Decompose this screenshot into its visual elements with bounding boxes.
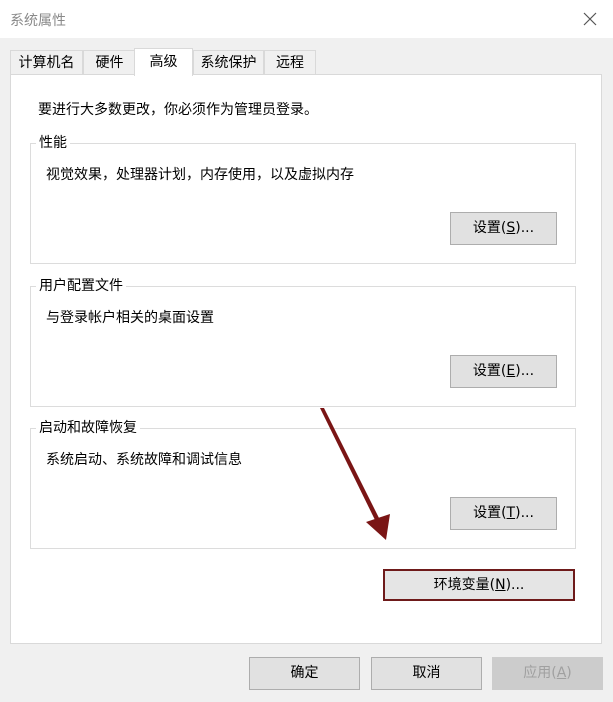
title-bar: 系统属性: [0, 0, 613, 38]
advanced-panel: 要进行大多数更改，你必须作为管理员登录。 性能 视觉效果，处理器计划，内存使用，…: [10, 74, 602, 644]
tab-system-protection[interactable]: 系统保护: [193, 50, 264, 74]
ok-button[interactable]: 确定: [249, 657, 360, 690]
admin-notice: 要进行大多数更改，你必须作为管理员登录。: [38, 102, 318, 118]
performance-description: 视觉效果，处理器计划，内存使用，以及虚拟内存: [46, 167, 354, 183]
tab-computer-name[interactable]: 计算机名: [10, 50, 83, 74]
user-profiles-settings-button[interactable]: 设置(E)...: [450, 355, 557, 388]
tab-advanced[interactable]: 高级: [134, 48, 193, 76]
tab-hardware[interactable]: 硬件: [83, 50, 136, 74]
performance-label: 性能: [36, 133, 70, 153]
startup-recovery-settings-button[interactable]: 设置(T)...: [450, 497, 557, 530]
startup-recovery-description: 系统启动、系统故障和调试信息: [46, 452, 242, 468]
performance-group: 性能 视觉效果，处理器计划，内存使用，以及虚拟内存 设置(S)...: [30, 133, 576, 264]
user-profiles-label: 用户配置文件: [36, 276, 126, 296]
apply-button[interactable]: 应用(A): [492, 657, 603, 690]
close-button[interactable]: [567, 0, 613, 38]
startup-recovery-group: 启动和故障恢复 系统启动、系统故障和调试信息 设置(T)...: [30, 418, 576, 549]
performance-settings-button[interactable]: 设置(S)...: [450, 212, 557, 245]
window-title: 系统属性: [10, 13, 66, 29]
startup-recovery-label: 启动和故障恢复: [36, 418, 140, 438]
environment-variables-button[interactable]: 环境变量(N)...: [383, 569, 575, 601]
tab-remote[interactable]: 远程: [264, 50, 316, 74]
cancel-button[interactable]: 取消: [371, 657, 482, 690]
close-icon: [583, 12, 597, 26]
user-profiles-description: 与登录帐户相关的桌面设置: [46, 310, 214, 326]
user-profiles-group: 用户配置文件 与登录帐户相关的桌面设置 设置(E)...: [30, 276, 576, 407]
